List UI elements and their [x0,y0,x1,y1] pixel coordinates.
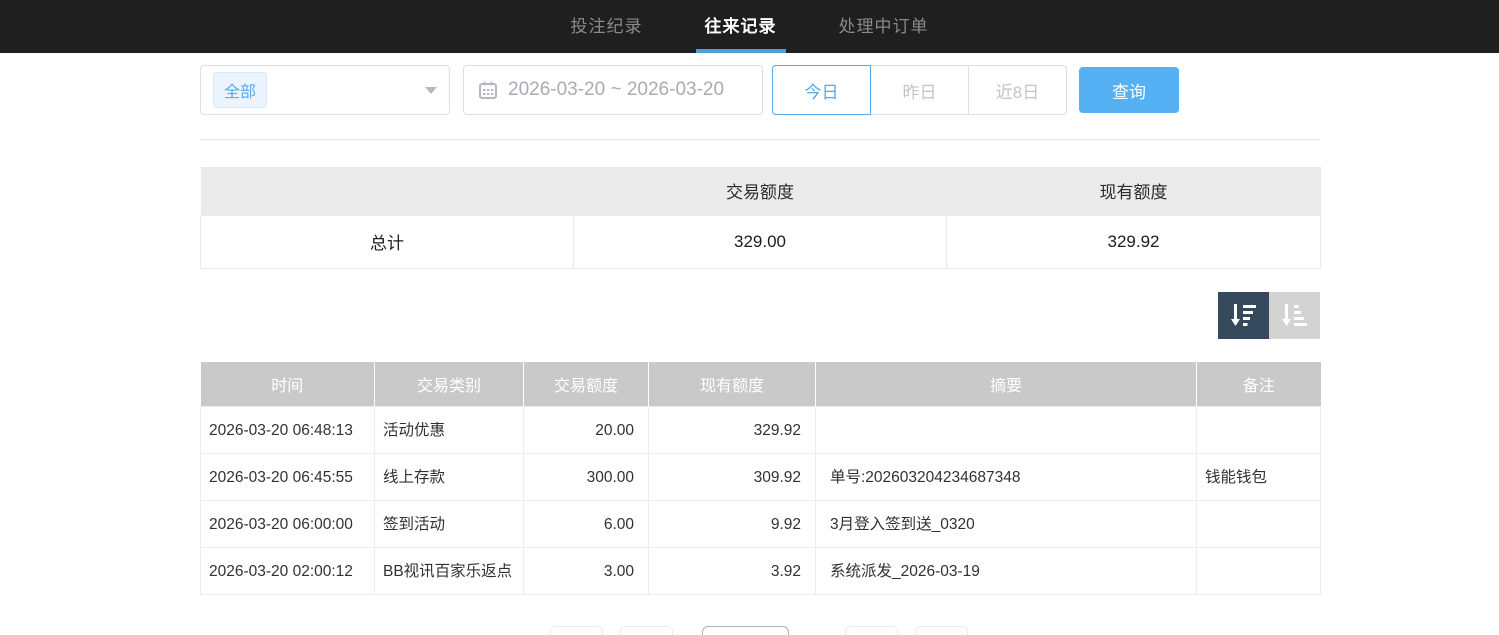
query-button[interactable]: 查询 [1079,67,1179,113]
transactions-table: 时间 交易类别 交易额度 现有额度 摘要 备注 2026-03-20 06:48… [200,362,1321,596]
cell-balance: 309.92 [649,454,816,501]
summary-total-row: 总计 329.00 329.92 [201,215,1321,268]
cell-amount: 6.00 [524,501,649,548]
transaction-type-select[interactable]: 全部 [200,65,450,115]
sort-amount-desc-icon [1230,301,1258,329]
table-header-row: 时间 交易类别 交易额度 现有额度 摘要 备注 [201,362,1321,407]
pagination-last-button[interactable] [915,626,968,635]
cell-note [1197,407,1321,454]
cell-balance: 329.92 [649,407,816,454]
summary-total-label: 总计 [201,215,574,268]
sort-controls [200,292,1320,339]
top-tab-bar: 投注纪录 往来记录 处理中订单 [0,0,1499,53]
sort-amount-asc-icon [1281,301,1309,329]
col-header-amount: 交易额度 [524,362,649,407]
tab-betting-records[interactable]: 投注纪录 [562,0,652,53]
summary-header-transaction-amount: 交易额度 [574,167,947,215]
cell-time: 2026-03-20 06:45:55 [201,454,375,501]
table-row: 2026-03-20 02:00:12 BB视讯百家乐返点 3.00 3.92 … [201,548,1321,595]
cell-note [1197,548,1321,595]
cell-amount: 20.00 [524,407,649,454]
yesterday-button[interactable]: 昨日 [870,65,969,115]
col-header-note: 备注 [1197,362,1321,407]
date-range-input[interactable]: 2026-03-20 ~ 2026-03-20 [463,65,763,115]
cell-summary: 3月登入签到送_0320 [816,501,1197,548]
pagination [200,626,1320,635]
col-header-type: 交易类别 [375,362,524,407]
cell-summary [816,407,1197,454]
summary-header-row: 交易额度 现有额度 [201,167,1321,215]
pagination-next-button[interactable] [845,626,898,635]
cell-balance: 9.92 [649,501,816,548]
cell-type: 线上存款 [375,454,524,501]
cell-type: BB视讯百家乐返点 [375,548,524,595]
tab-processing-orders[interactable]: 处理中订单 [830,0,938,53]
cell-amount: 300.00 [524,454,649,501]
cell-amount: 3.00 [524,548,649,595]
today-button[interactable]: 今日 [772,65,871,115]
last-8-days-button[interactable]: 近8日 [968,65,1067,115]
pagination-first-button[interactable] [550,626,603,635]
table-row: 2026-03-20 06:48:13 活动优惠 20.00 329.92 [201,407,1321,454]
cell-time: 2026-03-20 06:48:13 [201,407,375,454]
cell-type: 签到活动 [375,501,524,548]
table-row: 2026-03-20 06:45:55 线上存款 300.00 309.92 单… [201,454,1321,501]
cell-summary: 单号:202603204234687348 [816,454,1197,501]
date-range-value: 2026-03-20 ~ 2026-03-20 [508,79,724,101]
pagination-current-page-button[interactable] [702,626,789,635]
pagination-prev-button[interactable] [620,626,673,635]
summary-table: 交易额度 现有额度 总计 329.00 329.92 [200,167,1321,269]
summary-header-empty [201,167,574,215]
sort-ascending-button[interactable] [1269,292,1320,339]
cell-note [1197,501,1321,548]
chevron-down-icon [425,87,437,94]
cell-note: 钱能钱包 [1197,454,1321,501]
table-row: 2026-03-20 06:00:00 签到活动 6.00 9.92 3月登入签… [201,501,1321,548]
tab-transaction-records[interactable]: 往来记录 [696,0,786,53]
cell-summary: 系统派发_2026-03-19 [816,548,1197,595]
summary-transaction-amount-value: 329.00 [574,215,947,268]
sort-descending-button[interactable] [1218,292,1269,339]
quick-date-button-group: 今日 昨日 近8日 [772,65,1067,115]
section-divider [200,139,1320,140]
col-header-summary: 摘要 [816,362,1197,407]
col-header-balance: 现有额度 [649,362,816,407]
cell-time: 2026-03-20 02:00:12 [201,548,375,595]
col-header-time: 时间 [201,362,375,407]
selected-type-tag: 全部 [213,72,267,108]
cell-type: 活动优惠 [375,407,524,454]
main-content: 全部 2026-03-20 ~ 2026-03-20 今 [200,65,1320,635]
cell-time: 2026-03-20 06:00:00 [201,501,375,548]
cell-balance: 3.92 [649,548,816,595]
summary-current-amount-value: 329.92 [947,215,1321,268]
summary-header-current-amount: 现有额度 [947,167,1321,215]
filter-row: 全部 2026-03-20 ~ 2026-03-20 今 [200,65,1320,115]
calendar-icon [479,81,497,99]
